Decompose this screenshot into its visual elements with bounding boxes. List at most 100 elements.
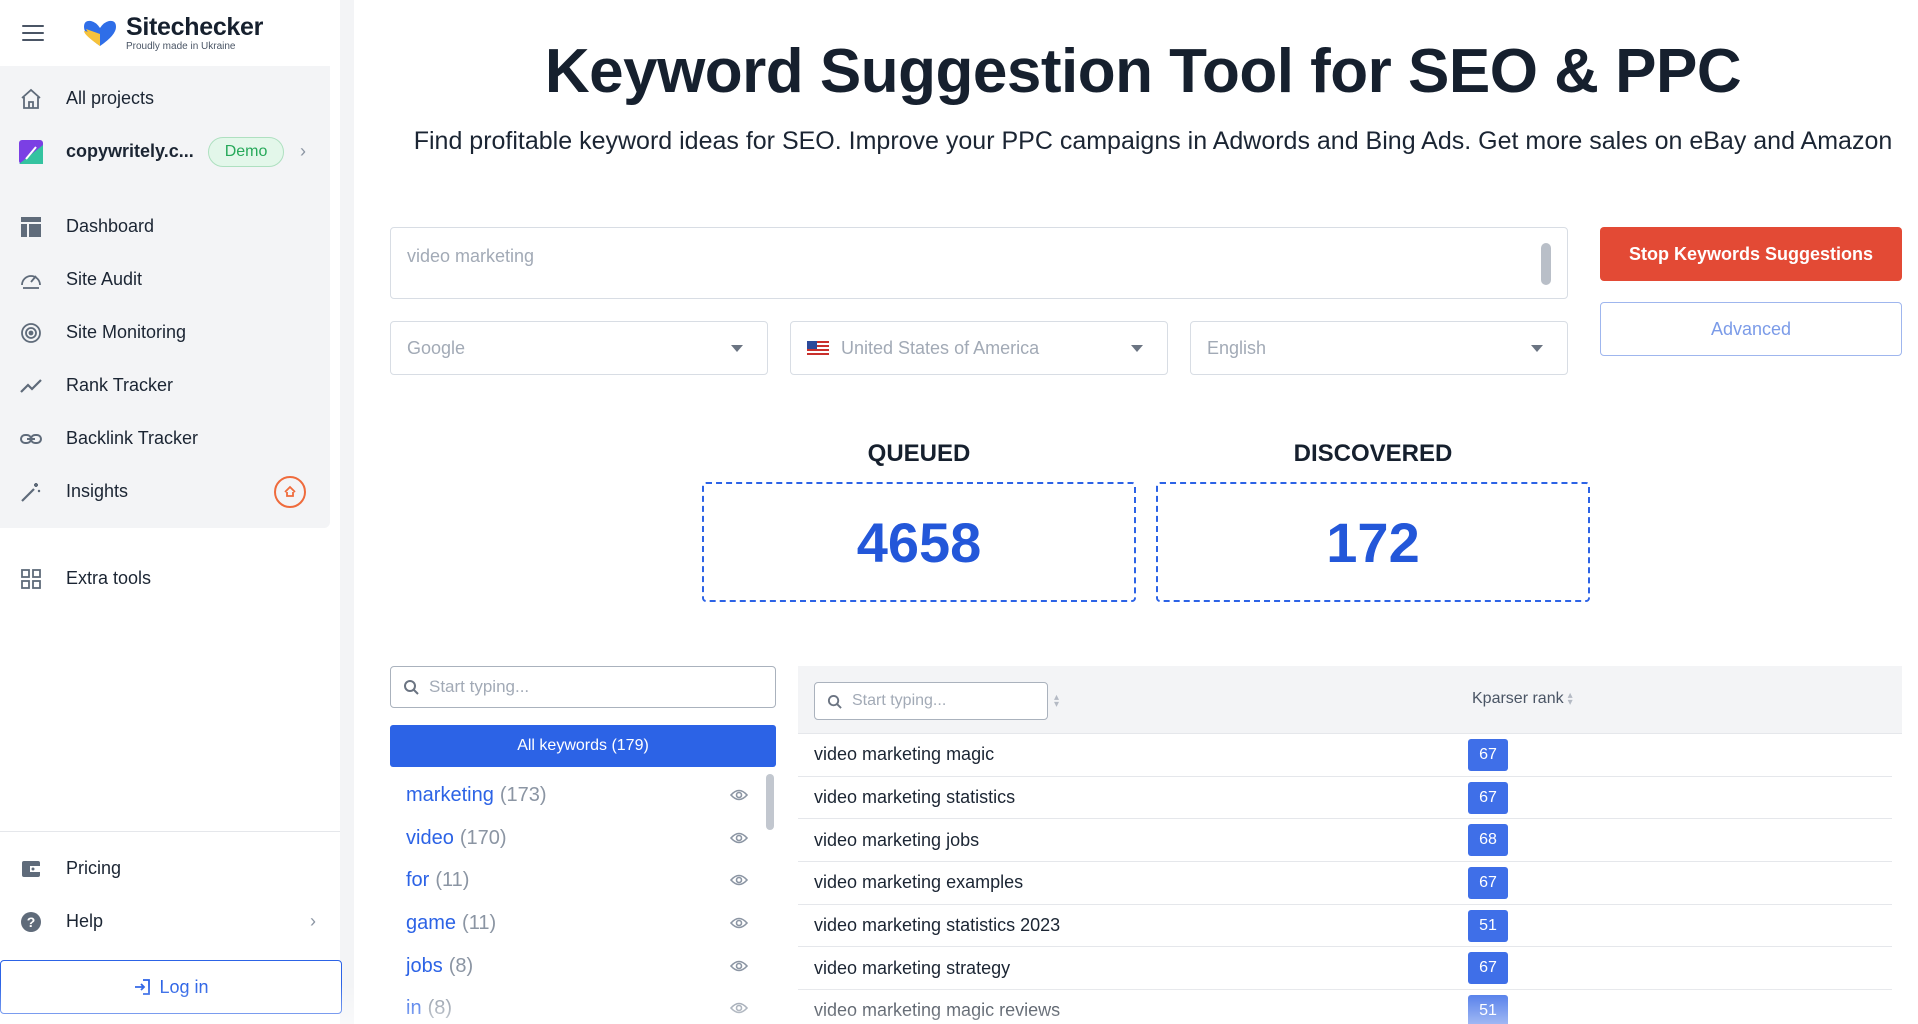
sort-icon: ▴ ▾	[1567, 690, 1573, 708]
table-row[interactable]: video marketing examples 67	[798, 862, 1892, 905]
page-subtitle: Find profitable keyword ideas for SEO. I…	[413, 127, 1893, 155]
keyword-filter-input[interactable]: Start typing...	[814, 682, 1048, 720]
sidebar-item-site-monitoring[interactable]: Site Monitoring	[0, 306, 330, 359]
eye-icon[interactable]	[730, 1001, 748, 1015]
group-word: marketing	[406, 783, 494, 806]
brand-name: Sitechecker	[126, 12, 264, 41]
group-count: (8)	[427, 997, 453, 1020]
sidebar-item-backlink-tracker[interactable]: Backlink Tracker	[0, 412, 330, 465]
table-row[interactable]: video marketing statistics 2023 51	[798, 905, 1892, 948]
sidebar-item-label: Site Monitoring	[66, 322, 187, 342]
sidebar-item-label: Help	[66, 911, 104, 931]
wallet-icon	[18, 856, 44, 882]
queued-count: 4658	[702, 482, 1136, 602]
group-list-scrollbar[interactable]	[766, 774, 774, 830]
sidebar-item-label: Pricing	[66, 858, 122, 878]
rank-badge: 67	[1468, 739, 1508, 771]
table-row[interactable]: video marketing magic 67	[798, 734, 1892, 777]
list-item[interactable]: jobs (8)	[390, 945, 776, 988]
sidebar-item-label: Extra tools	[66, 568, 152, 588]
table-row[interactable]: video marketing magic reviews 51	[798, 990, 1892, 1024]
keyword-filter-placeholder: Start typing...	[852, 692, 947, 709]
sidebar-item-dashboard[interactable]: Dashboard	[0, 200, 330, 253]
keyword-input[interactable]: video marketing	[390, 227, 1568, 299]
list-item[interactable]: video (170)	[390, 817, 776, 860]
stop-suggestions-button[interactable]: Stop Keywords Suggestions	[1600, 227, 1902, 281]
sidebar-item-project[interactable]: copywritely.c... Demo ›	[0, 125, 330, 178]
keyword-cell: video marketing statistics	[814, 787, 1016, 808]
discovered-count: 172	[1156, 482, 1590, 602]
sidebar-item-rank-tracker[interactable]: Rank Tracker	[0, 359, 330, 412]
link-icon	[18, 426, 44, 452]
group-count: (173)	[499, 783, 547, 806]
list-item[interactable]: marketing (173)	[390, 774, 776, 817]
group-count: (170)	[459, 826, 507, 849]
all-keywords-button[interactable]: All keywords (179)	[390, 725, 776, 767]
rank-badge: 51	[1468, 995, 1508, 1024]
grid-icon	[18, 566, 44, 592]
language-select[interactable]: English	[1190, 321, 1568, 375]
group-word: game	[406, 911, 457, 934]
table-row[interactable]: video marketing statistics 67	[798, 777, 1892, 820]
upgrade-icon[interactable]	[274, 475, 306, 508]
sidebar-item-label: Site Audit	[66, 269, 143, 289]
keyword-cell: video marketing magic reviews	[814, 1000, 1061, 1021]
advanced-button[interactable]: Advanced	[1600, 302, 1902, 356]
demo-badge: Demo	[207, 136, 285, 167]
home-icon	[18, 86, 44, 112]
group-search-placeholder: Start typing...	[429, 677, 530, 696]
speedometer-icon	[18, 267, 44, 293]
eye-icon[interactable]	[730, 873, 748, 887]
rank-badge: 67	[1468, 867, 1508, 900]
caret-down-icon	[1531, 345, 1543, 352]
eye-icon[interactable]	[730, 959, 748, 973]
magic-wand-icon	[18, 479, 44, 505]
keyword-table: Start typing... ▴ ▾ Kparser rank ▴ ▾ video…	[798, 666, 1902, 1024]
sidebar-item-label: Insights	[66, 481, 129, 501]
search-icon	[827, 694, 842, 709]
sidebar-item-pricing[interactable]: Pricing	[0, 842, 340, 895]
question-icon: ?	[18, 909, 44, 935]
group-search-input[interactable]: Start typing...	[390, 666, 776, 708]
chevron-right-icon[interactable]: ›	[310, 911, 316, 932]
eye-icon[interactable]	[730, 831, 748, 845]
menu-icon[interactable]	[22, 25, 44, 41]
page-title: Keyword Suggestion Tool for SEO & PPC	[544, 37, 1742, 106]
list-item[interactable]: game (11)	[390, 902, 776, 945]
dashboard-icon	[18, 214, 44, 240]
keyword-cell: video marketing jobs	[814, 829, 980, 850]
rank-column-header[interactable]: Kparser rank ▴ ▾	[1472, 690, 1573, 708]
eye-icon[interactable]	[730, 916, 748, 930]
project-name: copywritely.c...	[66, 141, 194, 161]
list-item[interactable]: for (11)	[390, 859, 776, 902]
brand-tagline: Proudly made in Ukraine	[126, 40, 236, 52]
sidebar-item-extra-tools[interactable]: Extra tools	[0, 552, 340, 605]
sidebar-item-help[interactable]: ? Help ›	[0, 895, 340, 948]
search-engine-select[interactable]: Google	[390, 321, 768, 375]
sidebar-item-all-projects[interactable]: All projects	[0, 72, 330, 125]
list-item[interactable]: in (8)	[390, 987, 776, 1024]
brand-logo[interactable]: Sitechecker Proudly made in Ukraine	[80, 12, 264, 52]
search-engine-value: Google	[407, 337, 466, 358]
table-row[interactable]: video marketing strategy 67	[798, 947, 1892, 991]
table-row[interactable]: video marketing jobs 68	[798, 819, 1892, 863]
rank-badge: 67	[1468, 952, 1508, 985]
sidebar-footer: Pricing ? Help › Log in	[0, 831, 342, 1024]
caret-down-icon	[731, 345, 743, 352]
login-button[interactable]: Log in	[0, 960, 342, 1014]
sidebar-item-site-audit[interactable]: Site Audit	[0, 253, 330, 306]
eye-icon[interactable]	[730, 788, 748, 802]
discovered-label: DISCOVERED	[1293, 440, 1453, 467]
keyword-input-scrollbar[interactable]	[1541, 243, 1551, 285]
chevron-right-icon[interactable]: ›	[300, 141, 306, 162]
sidebar-item-label: Rank Tracker	[66, 375, 174, 395]
keyword-cell: video marketing magic	[814, 744, 995, 765]
sidebar-project-group: All projects copywritely.c... Demo › Das…	[0, 66, 330, 528]
country-select[interactable]: United States of America	[790, 321, 1168, 375]
login-label: Log in	[159, 976, 209, 997]
sort-keyword-icon[interactable]: ▴ ▾	[1054, 693, 1059, 710]
sidebar-item-insights[interactable]: Insights	[0, 465, 330, 518]
keyword-cell: video marketing strategy	[814, 957, 1011, 978]
group-word: video	[406, 826, 454, 849]
us-flag-icon	[807, 340, 829, 356]
